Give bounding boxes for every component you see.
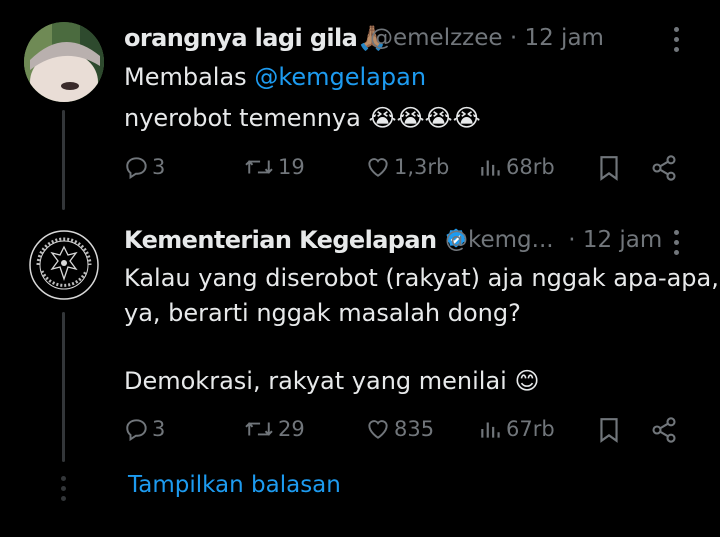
reply-button[interactable]: 3 [124,416,165,442]
author-name[interactable]: Kementerian Kegelapan [124,226,468,254]
show-replies-link[interactable]: Tampilkan balasan [128,472,341,498]
thread-line [62,312,65,462]
thread-continuation-dots [61,476,66,506]
heart-icon [368,420,388,439]
share-icon [652,417,676,443]
avatar[interactable] [24,225,104,305]
tweet-actions: 3 19 1,3rb 68rb [124,154,684,184]
avatar-photo [24,22,104,102]
retweet-count: 19 [278,155,305,179]
views-button[interactable]: 68rb [478,154,555,180]
views-count: 68rb [506,155,555,179]
views-icon [481,160,500,176]
views-icon [481,422,500,438]
like-button[interactable]: 835 [364,416,434,442]
reply-button[interactable]: 3 [124,154,165,180]
views-button[interactable]: 67rb [478,416,555,442]
like-button[interactable]: 1,3rb [364,154,449,180]
retweet-icon [245,422,273,436]
author-handle-time[interactable]: @kemg... · 12 jam [445,227,662,253]
author-name[interactable]: orangnya lagi gila🙏🏽 [124,24,387,52]
mention-link[interactable]: @kemgelapan [254,63,426,91]
author-handle-time[interactable]: @emelzzee · 12 jam [370,25,604,51]
bookmark-icon [600,418,618,443]
reply-context: Membalas @kemgelapan [124,63,427,91]
retweet-count: 29 [278,417,305,441]
heart-icon [368,158,388,177]
tweet-text: nyerobot temennya 😭😭😭😭 [124,104,481,132]
share-button[interactable] [650,416,678,444]
tweet-text-line: Kalau yang diserobot (rakyat) aja nggak … [124,264,719,292]
like-count: 835 [394,417,435,441]
thread-line [62,110,65,210]
tweet-text-line: Demokrasi, rakyat yang menilai 😊 [124,367,540,395]
retweet-button[interactable]: 19 [242,154,305,180]
more-options-icon[interactable] [673,230,681,260]
more-options-icon[interactable] [673,27,681,57]
bookmark-button[interactable] [596,154,622,182]
reply-count: 3 [152,155,166,179]
views-count: 67rb [506,417,555,441]
bookmark-button[interactable] [596,416,622,444]
ministry-logo [29,230,99,300]
reply-icon [126,157,147,180]
avatar[interactable] [24,22,104,102]
reply-icon [126,419,147,442]
tweet-text-line: ya, berarti nggak masalah dong? [124,299,521,327]
tweet-actions: 3 29 835 67rb [124,416,684,446]
share-icon [652,155,676,181]
retweet-button[interactable]: 29 [242,416,305,442]
retweet-icon [245,160,273,174]
bookmark-icon [600,156,618,181]
reply-count: 3 [152,417,166,441]
like-count: 1,3rb [394,155,450,179]
share-button[interactable] [650,154,678,182]
